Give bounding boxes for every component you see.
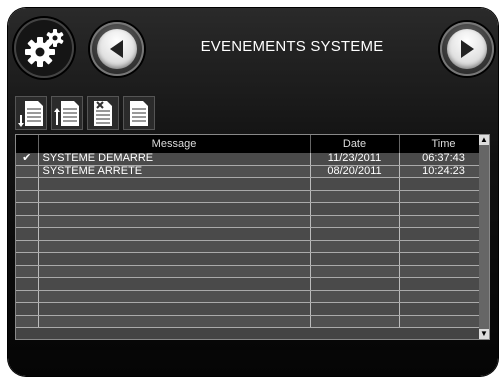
document-button[interactable] bbox=[123, 96, 155, 130]
column-header-date[interactable]: Date bbox=[310, 135, 400, 153]
row-date: 11/23/2011 bbox=[310, 153, 400, 166]
row-message bbox=[38, 202, 311, 216]
row-date bbox=[310, 315, 400, 328]
export-button[interactable] bbox=[15, 96, 47, 130]
gears-icon bbox=[25, 29, 64, 67]
column-header-check bbox=[16, 135, 39, 153]
row-message bbox=[38, 177, 311, 191]
table-row[interactable]: ✔ SYSTEME DEMARRE 11/23/2011 06:37:43 bbox=[16, 153, 489, 166]
document-icon bbox=[130, 101, 148, 126]
table-row[interactable] bbox=[16, 190, 489, 203]
table-row[interactable] bbox=[16, 177, 489, 191]
table-row[interactable] bbox=[16, 202, 489, 216]
row-time bbox=[399, 202, 489, 216]
next-button[interactable] bbox=[440, 22, 494, 76]
row-check-icon bbox=[16, 315, 39, 328]
scrollbar[interactable]: ▲ ▼ bbox=[479, 135, 489, 339]
row-check-icon bbox=[16, 165, 39, 178]
row-message bbox=[38, 215, 311, 228]
table-row[interactable]: SYSTEME ARRETE 08/20/2011 10:24:23 bbox=[16, 165, 489, 178]
row-message: SYSTEME ARRETE bbox=[38, 165, 311, 178]
row-message bbox=[38, 240, 311, 253]
row-date bbox=[310, 215, 400, 228]
row-time bbox=[399, 227, 489, 241]
table-row[interactable] bbox=[16, 240, 489, 253]
row-date bbox=[310, 202, 400, 216]
row-message bbox=[38, 252, 311, 266]
table-row[interactable] bbox=[16, 215, 489, 228]
row-check-icon bbox=[16, 252, 39, 266]
column-header-message[interactable]: Message bbox=[38, 135, 311, 153]
row-date bbox=[310, 252, 400, 266]
row-check-icon bbox=[16, 277, 39, 291]
row-message bbox=[38, 290, 311, 303]
row-check-icon bbox=[16, 202, 39, 216]
import-up-document-icon bbox=[54, 101, 79, 126]
row-date bbox=[310, 177, 400, 191]
import-button[interactable] bbox=[51, 96, 83, 130]
row-message bbox=[38, 190, 311, 203]
row-time: 10:24:23 bbox=[399, 165, 489, 178]
row-check-icon bbox=[16, 215, 39, 228]
export-down-document-icon bbox=[18, 101, 43, 127]
table-row[interactable] bbox=[16, 252, 489, 266]
row-date bbox=[310, 190, 400, 203]
row-message bbox=[38, 315, 311, 328]
row-check-icon bbox=[16, 227, 39, 241]
table-header-row: Message Date Time bbox=[16, 135, 489, 153]
scroll-up-icon[interactable]: ▲ bbox=[479, 135, 489, 145]
row-date bbox=[310, 227, 400, 241]
table-row[interactable] bbox=[16, 302, 489, 316]
row-check-icon: ✔ bbox=[16, 153, 39, 166]
delete-button[interactable] bbox=[87, 96, 119, 130]
row-check-icon bbox=[16, 265, 39, 278]
row-time bbox=[399, 190, 489, 203]
events-table: Message Date Time ✔ SYSTEME DEMARRE 11/23/… bbox=[15, 134, 490, 340]
row-check-icon bbox=[16, 190, 39, 203]
table-row[interactable] bbox=[16, 227, 489, 241]
row-check-icon bbox=[16, 177, 39, 191]
row-time bbox=[399, 277, 489, 291]
row-date bbox=[310, 265, 400, 278]
row-date bbox=[310, 240, 400, 253]
table-row[interactable] bbox=[16, 277, 489, 291]
scroll-down-icon[interactable]: ▼ bbox=[479, 329, 489, 339]
row-time bbox=[399, 177, 489, 191]
table-row[interactable] bbox=[16, 265, 489, 278]
settings-button[interactable] bbox=[14, 18, 74, 78]
row-time bbox=[399, 240, 489, 253]
table-row[interactable] bbox=[16, 315, 489, 328]
row-message bbox=[38, 302, 311, 316]
row-date bbox=[310, 290, 400, 303]
row-time bbox=[399, 315, 489, 328]
row-date: 08/20/2011 bbox=[310, 165, 400, 178]
table-row[interactable] bbox=[16, 290, 489, 303]
page-title: EVENEMENTS SYSTEME bbox=[200, 38, 384, 55]
row-message bbox=[38, 277, 311, 291]
toolbar bbox=[15, 96, 155, 130]
row-message: SYSTEME DEMARRE bbox=[38, 153, 311, 166]
previous-button[interactable] bbox=[90, 22, 144, 76]
row-message bbox=[38, 265, 311, 278]
row-date bbox=[310, 277, 400, 291]
column-header-time[interactable]: Time bbox=[399, 135, 489, 153]
row-check-icon bbox=[16, 240, 39, 253]
row-time bbox=[399, 215, 489, 228]
row-check-icon bbox=[16, 290, 39, 303]
row-time bbox=[399, 252, 489, 266]
row-time bbox=[399, 302, 489, 316]
arrow-left-icon bbox=[110, 40, 123, 58]
row-time bbox=[399, 290, 489, 303]
row-check-icon bbox=[16, 302, 39, 316]
row-time: 06:37:43 bbox=[399, 153, 489, 166]
delete-document-icon bbox=[94, 101, 112, 126]
row-message bbox=[38, 227, 311, 241]
arrow-right-icon bbox=[461, 40, 474, 58]
row-date bbox=[310, 302, 400, 316]
row-time bbox=[399, 265, 489, 278]
